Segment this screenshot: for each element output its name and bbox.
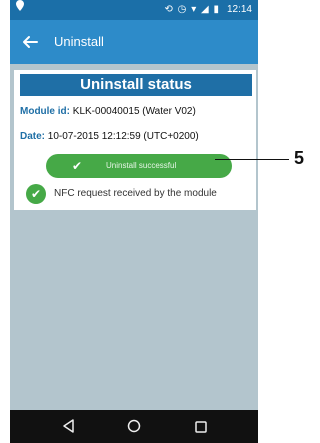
- date-row: Date: 10-07-2015 12:12:59 (UTC+0200): [20, 131, 199, 142]
- alarm-icon: ◷: [177, 4, 188, 15]
- nav-recent-button[interactable]: [195, 420, 207, 433]
- success-text: Uninstall successful: [106, 161, 177, 170]
- check-icon: ✔: [72, 159, 83, 173]
- nfc-status-row: ✔ NFC request received by the module: [24, 183, 256, 205]
- status-icons: ⟲ ◷ ▾ ◢ ▮: [165, 0, 221, 20]
- arrow-left-icon: [23, 36, 38, 48]
- uninstall-success-status: ✔ Uninstall successful: [46, 154, 232, 178]
- module-id-label: Module id:: [20, 106, 70, 117]
- uninstall-status-card: Uninstall status Module id: KLK-00040015…: [10, 64, 258, 210]
- signal-icon: ◢: [201, 4, 210, 15]
- status-bar: ⟲ ◷ ▾ ◢ ▮ 12:14: [10, 0, 258, 20]
- back-button[interactable]: [18, 30, 42, 54]
- page-title: Uninstall: [54, 34, 104, 49]
- battery-icon: ▮: [213, 4, 220, 15]
- callout-line: [215, 159, 289, 160]
- triangle-back-icon: [63, 419, 74, 433]
- date-value: 10-07-2015 12:12:59 (UTC+0200): [47, 131, 199, 142]
- circle-home-icon: [127, 419, 141, 433]
- card-body: Uninstall status Module id: KLK-00040015…: [14, 70, 256, 210]
- app-bar: Uninstall: [10, 20, 258, 64]
- android-nav-bar: [10, 410, 258, 443]
- nfc-status-text: NFC request received by the module: [54, 188, 217, 199]
- check-circle-icon: ✔: [26, 184, 46, 204]
- sync-icon: ⟲: [164, 4, 174, 15]
- module-id-value: KLK-00040015 (Water V02): [72, 106, 196, 117]
- module-id-row: Module id: KLK-00040015 (Water V02): [20, 106, 196, 117]
- phone-screen: ⟲ ◷ ▾ ◢ ▮ 12:14 Uninstall Uninstall stat…: [10, 0, 258, 443]
- nav-home-button[interactable]: [127, 419, 141, 433]
- nav-back-button[interactable]: [62, 419, 76, 433]
- status-time: 12:14: [226, 4, 252, 15]
- card-header: Uninstall status: [20, 74, 252, 96]
- location-pin-icon: [16, 0, 24, 20]
- square-recent-icon: [195, 421, 207, 433]
- wifi-icon: ▾: [191, 4, 198, 15]
- date-label: Date:: [20, 131, 46, 142]
- callout-number: 5: [294, 148, 305, 168]
